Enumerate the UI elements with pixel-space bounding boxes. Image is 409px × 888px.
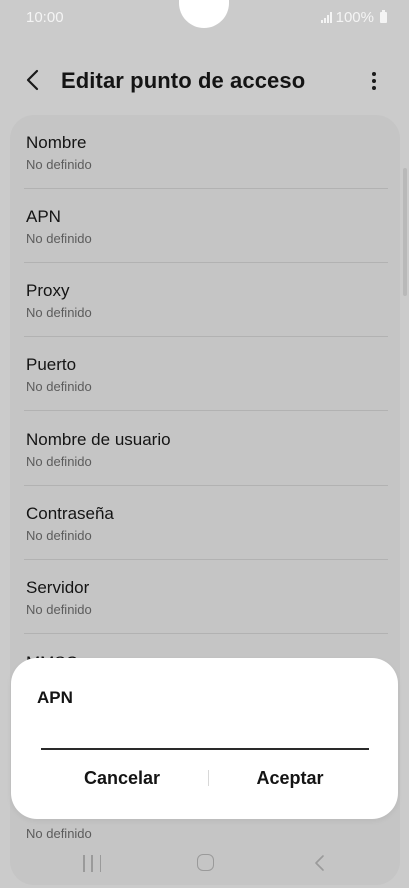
item-value: No definido <box>26 231 92 246</box>
item-value: No definido <box>26 305 92 320</box>
signal-icon <box>320 12 332 23</box>
item-title: Servidor <box>26 578 90 597</box>
list-item-contrasena[interactable]: Contraseña No definido <box>24 486 398 560</box>
battery-icon <box>380 10 387 23</box>
status-indicators: 100% <box>320 9 387 26</box>
list-item-nombre-de-usuario[interactable]: Nombre de usuario No definido <box>24 412 398 486</box>
item-title: APN <box>26 207 61 226</box>
item-title: Nombre <box>26 133 87 152</box>
divider <box>24 633 388 634</box>
navigation-bar <box>0 838 409 888</box>
list-item-proxy[interactable]: Proxy No definido <box>24 263 398 337</box>
dialog-title: APN <box>37 688 73 707</box>
accept-button[interactable]: Aceptar <box>200 760 380 796</box>
list-item-puerto[interactable]: Puerto No definido <box>24 337 398 411</box>
item-value: No definido <box>26 454 92 469</box>
scrollbar[interactable] <box>403 168 407 296</box>
list-item-nombre[interactable]: Nombre No definido <box>24 115 398 189</box>
item-title: Contraseña <box>26 504 114 523</box>
item-value: No definido <box>26 602 92 617</box>
apn-input[interactable] <box>41 720 369 750</box>
apn-dialog: APN Cancelar Aceptar <box>11 658 398 819</box>
item-title: Proxy <box>26 281 70 300</box>
item-value: No definido <box>26 157 92 172</box>
battery-percent: 100% <box>335 9 374 26</box>
status-time: 10:00 <box>26 9 64 26</box>
app-header: Editar punto de acceso <box>0 55 409 107</box>
item-value: No definido <box>26 379 92 394</box>
page-title: Editar punto de acceso <box>61 68 306 93</box>
item-value: No definido <box>26 528 92 543</box>
nav-back-icon[interactable] <box>312 853 328 873</box>
recent-apps-icon[interactable] <box>83 855 101 872</box>
more-vertical-icon[interactable] <box>362 69 386 93</box>
cancel-button[interactable]: Cancelar <box>32 760 212 796</box>
list-item-apn[interactable]: APN No definido <box>24 189 398 263</box>
back-arrow-icon[interactable] <box>22 67 46 93</box>
item-title: Puerto <box>26 355 77 374</box>
item-title: Nombre de usuario <box>26 430 171 449</box>
screen: 10:00 100% Editar punto de acceso Nombre… <box>0 0 409 888</box>
list-item-servidor[interactable]: Servidor No definido <box>24 560 398 634</box>
home-icon[interactable] <box>197 854 214 871</box>
divider <box>24 410 388 411</box>
